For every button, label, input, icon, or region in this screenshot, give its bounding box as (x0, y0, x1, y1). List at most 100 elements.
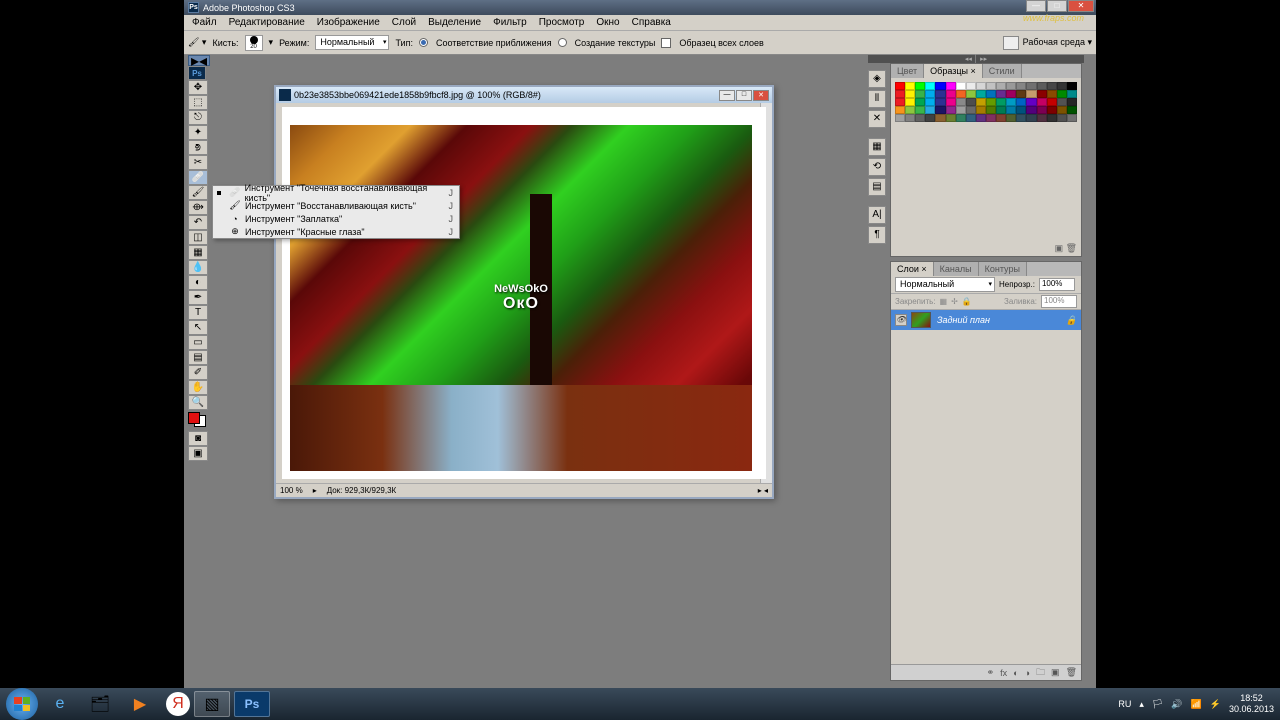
group-icon[interactable]: 🗀 (1036, 665, 1045, 681)
start-button[interactable] (6, 688, 38, 720)
zoom-level[interactable]: 100 % (280, 486, 303, 495)
menu-window[interactable]: Окно (590, 17, 625, 28)
marquee-tool[interactable]: ⬚ (188, 95, 208, 110)
taskbar-photoshop[interactable]: Ps (234, 691, 270, 717)
swatch[interactable] (915, 90, 925, 98)
swatch[interactable] (986, 98, 996, 106)
menu-filter[interactable]: Фильтр (487, 17, 533, 28)
swatch[interactable] (986, 114, 996, 122)
taskbar-wmp[interactable]: ▶ (122, 691, 158, 717)
swatch[interactable] (935, 106, 945, 114)
color-swatches[interactable] (188, 412, 206, 427)
swatch[interactable] (925, 98, 935, 106)
new-layer-icon[interactable]: ▣ (1051, 667, 1060, 678)
swatch[interactable] (1037, 106, 1047, 114)
fill-input[interactable]: 100% (1041, 295, 1077, 308)
blur-tool[interactable]: 💧 (188, 260, 208, 275)
swatch[interactable] (915, 98, 925, 106)
radio-proximity[interactable] (419, 38, 428, 47)
character-icon[interactable]: A| (868, 206, 886, 224)
swatch[interactable] (1016, 114, 1026, 122)
tray-flag-icon[interactable]: 🏳 (1152, 699, 1163, 710)
menu-layer[interactable]: Слой (386, 17, 422, 28)
move-tool[interactable]: ✥ (188, 80, 208, 95)
delete-layer-icon[interactable]: 🗑 (1066, 667, 1077, 678)
tab-layers[interactable]: Слои × (891, 262, 934, 276)
lock-position-icon[interactable]: ✢ (951, 297, 958, 306)
type-tool[interactable]: T (188, 305, 208, 320)
swatch[interactable] (946, 98, 956, 106)
tab-paths[interactable]: Контуры (979, 262, 1027, 276)
swatch[interactable] (956, 106, 966, 114)
lock-all-icon[interactable]: 🔒 (962, 297, 972, 306)
swatch[interactable] (1026, 82, 1036, 90)
minimize-button[interactable]: — (1026, 0, 1046, 12)
swatch[interactable] (976, 114, 986, 122)
swatch[interactable] (986, 82, 996, 90)
link-layers-icon[interactable]: ⚭ (987, 667, 995, 678)
info-icon[interactable]: ✕ (868, 110, 886, 128)
tray-clock[interactable]: 18:52 30.06.2013 (1229, 693, 1274, 715)
swatch[interactable] (1016, 106, 1026, 114)
swatch[interactable] (1016, 90, 1026, 98)
menu-select[interactable]: Выделение (422, 17, 487, 28)
swatch[interactable] (986, 106, 996, 114)
eyedropper-tool[interactable]: ✐ (188, 365, 208, 380)
layer-background[interactable]: 👁 Задний план 🔒 (891, 310, 1081, 330)
layer-thumbnail[interactable] (911, 312, 931, 328)
actions-icon[interactable]: ▦ (868, 138, 886, 156)
swatch[interactable] (996, 82, 1006, 90)
swatch[interactable] (996, 114, 1006, 122)
close-button[interactable]: ✕ (1068, 0, 1094, 12)
document-titlebar[interactable]: 0b23e3853bbe069421ede1858b9fbcf8.jpg @ 1… (276, 87, 772, 103)
swatch[interactable] (1057, 90, 1067, 98)
swatch[interactable] (915, 114, 925, 122)
radio-texture[interactable] (558, 38, 567, 47)
crop-tool[interactable]: ⟄ (188, 140, 208, 155)
swatch[interactable] (956, 82, 966, 90)
swatch[interactable] (935, 82, 945, 90)
swatch[interactable] (996, 98, 1006, 106)
swatch[interactable] (1037, 90, 1047, 98)
histogram-icon[interactable]: ⫴ (868, 90, 886, 108)
swatch[interactable] (895, 98, 905, 106)
swatch[interactable] (1037, 114, 1047, 122)
swatch[interactable] (935, 90, 945, 98)
swatch[interactable] (1006, 90, 1016, 98)
taskbar-explorer[interactable]: 🗂 (82, 691, 118, 717)
tray-lang[interactable]: RU (1118, 699, 1131, 709)
swatch[interactable] (1067, 114, 1077, 122)
hand-tool[interactable]: ✋ (188, 380, 208, 395)
swatch[interactable] (915, 82, 925, 90)
stamp-tool[interactable]: ⟴ (188, 200, 208, 215)
menu-image[interactable]: Изображение (311, 17, 386, 28)
swatch[interactable] (905, 90, 915, 98)
swatch[interactable] (976, 98, 986, 106)
brush-tool[interactable]: 🖌 (188, 185, 208, 200)
doc-maximize[interactable]: □ (736, 90, 752, 101)
lasso-tool[interactable]: ⎋ (188, 110, 208, 125)
swatch[interactable] (915, 106, 925, 114)
mode-dropdown[interactable]: Нормальный (315, 35, 389, 50)
swatch[interactable] (1006, 98, 1016, 106)
swatch[interactable] (976, 90, 986, 98)
pen-tool[interactable]: ✒ (188, 290, 208, 305)
swatch[interactable] (1016, 82, 1026, 90)
swatch[interactable] (1037, 82, 1047, 90)
swatch[interactable] (966, 106, 976, 114)
blend-mode-dropdown[interactable]: Нормальный (895, 277, 995, 292)
history-brush-tool[interactable]: ↶ (188, 215, 208, 230)
swatch[interactable] (976, 82, 986, 90)
swatch[interactable] (966, 98, 976, 106)
tray-network-icon[interactable]: 🔊 (1171, 699, 1182, 710)
tool-indicator-icon[interactable]: 🖌 ▾ (188, 37, 206, 48)
swatch[interactable] (956, 114, 966, 122)
layer-style-icon[interactable]: fx (1000, 668, 1007, 678)
swatches-grid[interactable] (891, 78, 1081, 126)
adjustment-layer-icon[interactable]: ◑ (1025, 668, 1030, 678)
tab-channels[interactable]: Каналы (934, 262, 979, 276)
swatch[interactable] (1047, 90, 1057, 98)
swatch[interactable] (1026, 98, 1036, 106)
flyout-red-eye[interactable]: ⊕ Инструмент "Красные глаза"J (213, 225, 459, 238)
swatch[interactable] (956, 90, 966, 98)
